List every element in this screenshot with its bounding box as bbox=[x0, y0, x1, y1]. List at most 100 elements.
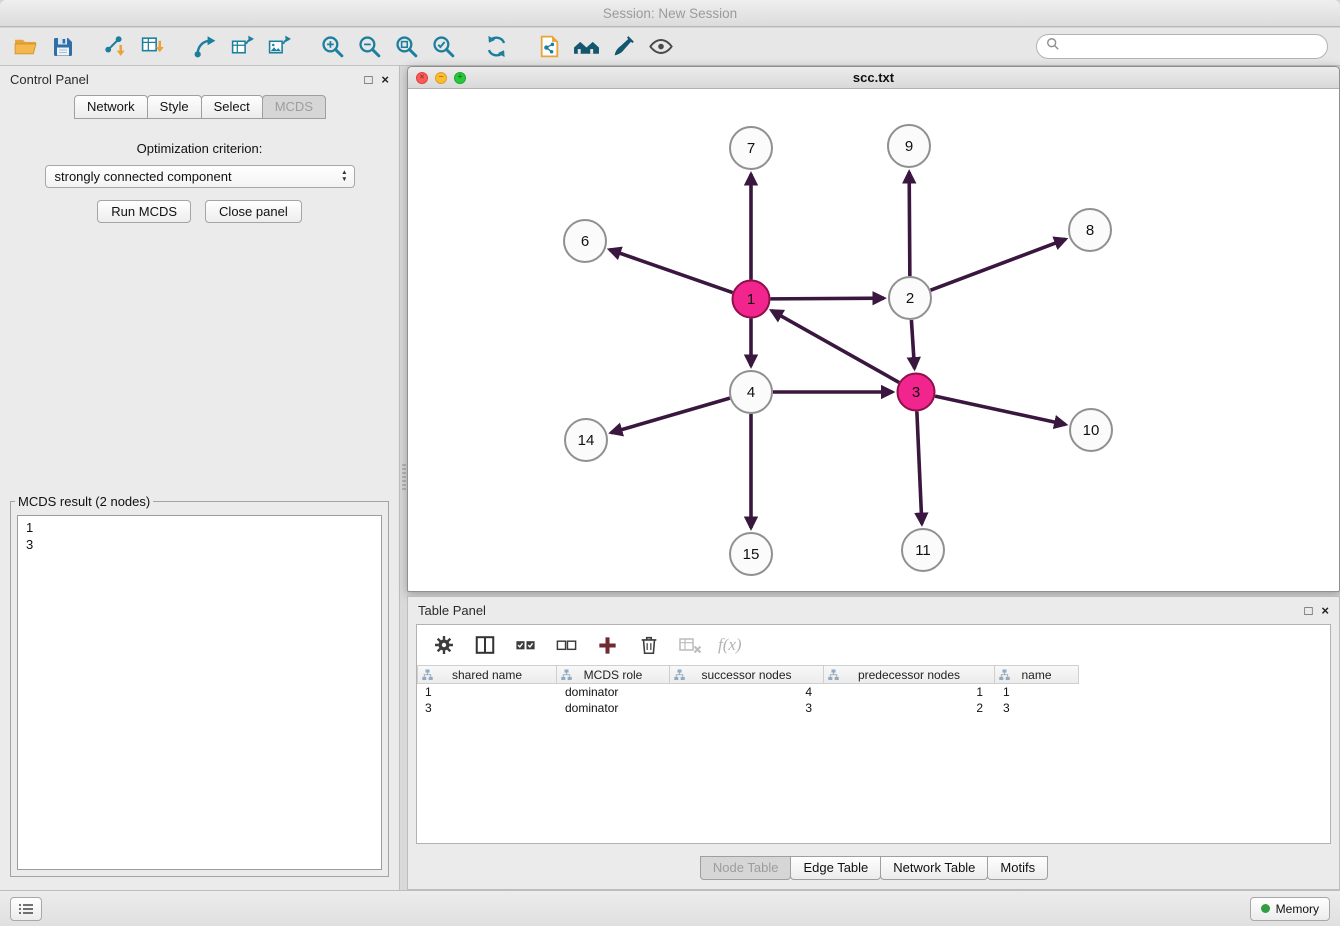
network-file-icon[interactable] bbox=[536, 33, 563, 60]
table-cell: 3 bbox=[995, 701, 1079, 715]
node-label: 1 bbox=[747, 291, 755, 308]
criterion-select[interactable]: strongly connected component ▲ ▼ bbox=[45, 165, 355, 188]
column-header-shared-name[interactable]: shared name bbox=[417, 665, 557, 684]
tab-edge-table[interactable]: Edge Table bbox=[790, 856, 881, 880]
minimize-window-icon[interactable]: − bbox=[435, 72, 447, 84]
node-label: 15 bbox=[743, 546, 760, 563]
edge-3-1[interactable] bbox=[771, 311, 899, 383]
edge-2-8[interactable] bbox=[931, 239, 1066, 290]
delete-row-icon[interactable] bbox=[636, 633, 661, 658]
export-network-icon[interactable] bbox=[192, 33, 219, 60]
delete-table-icon[interactable] bbox=[677, 633, 702, 658]
export-table-icon[interactable] bbox=[229, 33, 256, 60]
panel-divider[interactable] bbox=[400, 66, 407, 890]
toolbar-group bbox=[12, 33, 76, 60]
search-input[interactable] bbox=[1065, 38, 1318, 55]
tab-select[interactable]: Select bbox=[201, 95, 263, 119]
table-panel-title: Table Panel bbox=[418, 603, 486, 618]
node-label: 10 bbox=[1083, 422, 1100, 439]
column-header-label: predecessor nodes bbox=[858, 668, 960, 682]
edge-3-10[interactable] bbox=[935, 396, 1066, 424]
panel-list-icon[interactable] bbox=[10, 897, 42, 921]
add-row-icon[interactable] bbox=[595, 633, 620, 658]
zoom-out-icon[interactable] bbox=[356, 33, 383, 60]
edge-2-3[interactable] bbox=[911, 320, 914, 369]
function-builder-icon[interactable]: f(x) bbox=[718, 635, 742, 655]
attribute-tree-icon bbox=[999, 669, 1010, 684]
tab-motifs[interactable]: Motifs bbox=[987, 856, 1048, 880]
tab-mcds[interactable]: MCDS bbox=[262, 95, 326, 119]
export-image-icon[interactable] bbox=[266, 33, 293, 60]
main-toolbar bbox=[0, 28, 1340, 66]
control-panel-header: Control Panel □ × bbox=[0, 66, 399, 93]
column-header-predecessor-nodes[interactable]: predecessor nodes bbox=[824, 665, 995, 684]
tab-network[interactable]: Network bbox=[74, 95, 148, 119]
table-header-row: shared nameMCDS rolesuccessor nodes prede… bbox=[417, 665, 1330, 684]
zoom-in-icon[interactable] bbox=[319, 33, 346, 60]
criterion-value: strongly connected component bbox=[55, 169, 342, 184]
attribute-tree-icon bbox=[828, 669, 839, 684]
open-icon[interactable] bbox=[12, 33, 39, 60]
toolbar-icon-groups bbox=[12, 33, 700, 60]
run-mcds-button[interactable]: Run MCDS bbox=[97, 200, 191, 223]
table-cell: dominator bbox=[557, 685, 670, 699]
combo-down-icon: ▼ bbox=[341, 177, 347, 184]
clear-selection-icon[interactable] bbox=[554, 633, 579, 658]
float-panel-icon[interactable]: □ bbox=[365, 73, 373, 86]
node-label: 2 bbox=[906, 290, 914, 307]
close-window-icon[interactable]: × bbox=[416, 72, 428, 84]
divider-grip-icon bbox=[402, 464, 406, 490]
attribute-tree-icon bbox=[561, 669, 572, 684]
column-header-MCDS-role[interactable]: MCDS role bbox=[557, 665, 670, 684]
select-all-icon[interactable] bbox=[513, 633, 538, 658]
save-icon[interactable] bbox=[49, 33, 76, 60]
mcds-result-group: MCDS result (2 nodes) 13 bbox=[10, 494, 389, 877]
tab-node-table[interactable]: Node Table bbox=[700, 856, 792, 880]
node-label: 14 bbox=[578, 432, 595, 449]
mcds-result-list[interactable]: 13 bbox=[17, 515, 382, 870]
zoom-selected-icon[interactable] bbox=[430, 33, 457, 60]
edge-1-6[interactable] bbox=[610, 250, 733, 293]
refresh-icon[interactable] bbox=[483, 33, 510, 60]
gear-icon[interactable] bbox=[431, 633, 456, 658]
edge-3-11[interactable] bbox=[917, 411, 922, 524]
table-row[interactable]: 1dominator411 bbox=[417, 684, 1330, 700]
zoom-fit-icon[interactable] bbox=[393, 33, 420, 60]
table-cell: 1 bbox=[417, 685, 557, 699]
node-label: 9 bbox=[905, 138, 913, 155]
table-row[interactable]: 3dominator323 bbox=[417, 700, 1330, 716]
control-panel-tabs: NetworkStyleSelectMCDS bbox=[0, 95, 399, 119]
column-header-name[interactable]: name bbox=[995, 665, 1079, 684]
table-panel-header: Table Panel □ × bbox=[408, 597, 1339, 624]
memory-button[interactable]: Memory bbox=[1250, 897, 1330, 921]
edge-4-14[interactable] bbox=[611, 398, 730, 433]
columns-icon[interactable] bbox=[472, 633, 497, 658]
edge-2-9[interactable] bbox=[909, 172, 910, 276]
close-table-panel-icon[interactable]: × bbox=[1321, 604, 1329, 617]
home-icon[interactable] bbox=[573, 33, 600, 60]
mcds-result-title: MCDS result (2 nodes) bbox=[15, 494, 153, 509]
mcds-panel: Optimization criterion: strongly connect… bbox=[0, 141, 399, 223]
close-panel-button[interactable]: Close panel bbox=[205, 200, 302, 223]
close-panel-icon[interactable]: × bbox=[381, 73, 389, 86]
column-header-label: name bbox=[1021, 668, 1051, 682]
tab-network-table[interactable]: Network Table bbox=[880, 856, 988, 880]
network-canvas[interactable]: 7968124314101511 bbox=[408, 89, 1339, 592]
search-icon bbox=[1046, 37, 1060, 56]
zoom-window-icon[interactable]: + bbox=[454, 72, 466, 84]
table-panel: Table Panel □ × f(x) shared nameMCDS rol… bbox=[407, 596, 1340, 890]
network-window-titlebar[interactable]: × − + scc.txt bbox=[408, 67, 1339, 89]
eye-icon[interactable] bbox=[647, 33, 674, 60]
import-network-icon[interactable] bbox=[102, 33, 129, 60]
table-cell: 3 bbox=[417, 701, 557, 715]
edge-1-2[interactable] bbox=[770, 298, 884, 299]
tab-style[interactable]: Style bbox=[147, 95, 202, 119]
style-icon[interactable] bbox=[610, 33, 637, 60]
node-label: 3 bbox=[912, 384, 920, 401]
float-table-panel-icon[interactable]: □ bbox=[1305, 604, 1313, 617]
column-header-successor-nodes[interactable]: successor nodes bbox=[670, 665, 824, 684]
import-table-icon[interactable] bbox=[139, 33, 166, 60]
table-tabs: Node TableEdge TableNetwork TableMotifs bbox=[408, 856, 1339, 880]
app-titlebar[interactable]: Session: New Session bbox=[0, 0, 1340, 27]
search-box[interactable] bbox=[1036, 34, 1328, 59]
